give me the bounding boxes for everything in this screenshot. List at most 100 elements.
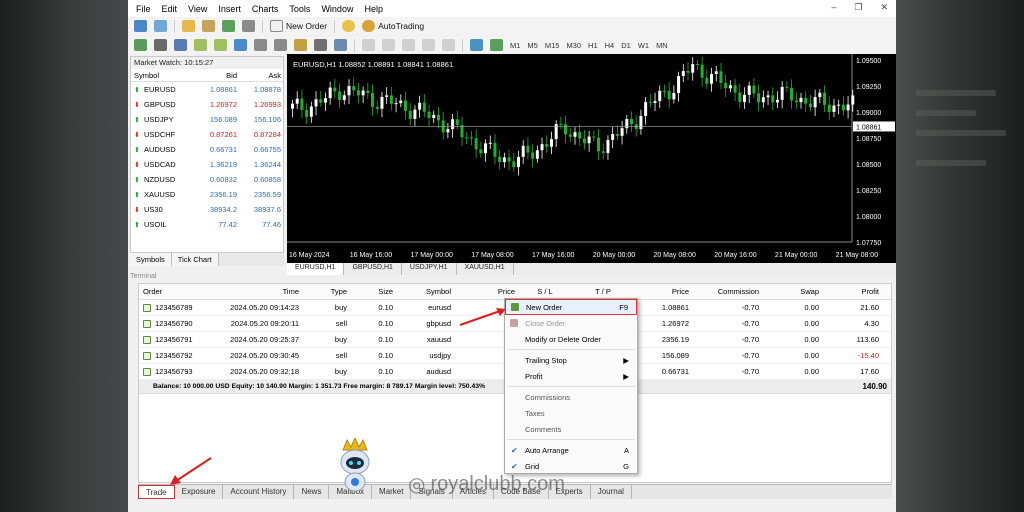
- market-watch-row[interactable]: ⬆ XAUUSD 2356.19 2356.59: [131, 187, 283, 202]
- submenu-arrow-icon: ▶: [623, 355, 629, 365]
- menu-charts[interactable]: Charts: [252, 4, 279, 14]
- col-bid[interactable]: Bid: [193, 71, 237, 80]
- swap-cell: 0.00: [804, 351, 819, 360]
- terminal-tab-trade[interactable]: Trade: [138, 485, 175, 499]
- market-watch-row[interactable]: ⬇ USDCAD 1.36219 1.36244: [131, 157, 283, 172]
- menu-window[interactable]: Window: [321, 4, 353, 14]
- zoom-out-icon[interactable]: [214, 39, 227, 51]
- menu-tools[interactable]: Tools: [289, 4, 310, 14]
- periods-icon[interactable]: [314, 39, 327, 51]
- col-type[interactable]: Type: [299, 287, 347, 296]
- candles-icon[interactable]: [154, 39, 167, 51]
- restore-icon[interactable]: ❐: [854, 2, 862, 13]
- terminal-tab-market[interactable]: Market: [372, 485, 412, 499]
- bar-chart-icon[interactable]: [134, 39, 147, 51]
- col-profit[interactable]: Profit: [819, 287, 883, 296]
- timeframe-m5[interactable]: M5: [527, 41, 537, 50]
- expert-icon[interactable]: [342, 20, 356, 32]
- terminal-tab-journal[interactable]: Journal: [591, 485, 632, 499]
- terminal-icon[interactable]: [242, 20, 255, 32]
- col-size[interactable]: Size: [347, 287, 393, 296]
- tab-symbols[interactable]: Symbols: [130, 253, 172, 266]
- data-window-icon[interactable]: [202, 20, 215, 32]
- col-symbol[interactable]: Symbol: [131, 71, 193, 80]
- market-watch-row[interactable]: ⬆ USDJPY 156.089 156.106: [131, 112, 283, 127]
- tile-icon[interactable]: [234, 39, 247, 51]
- col-swap[interactable]: Swap: [759, 287, 819, 296]
- col-order[interactable]: Order: [139, 287, 209, 296]
- col-ask[interactable]: Ask: [237, 71, 281, 80]
- timeframe-h4[interactable]: H4: [605, 41, 615, 50]
- timeframe-d1[interactable]: D1: [621, 41, 631, 50]
- price-chart[interactable]: 1.09500 1.09250 1.09000 1.08750 1.08500 1.082…: [287, 54, 896, 263]
- chart-tab-xauusd[interactable]: XAUUSD,H1: [457, 263, 514, 275]
- menu-comments[interactable]: Comments: [505, 421, 637, 437]
- new-chart-icon[interactable]: [134, 20, 147, 32]
- market-watch-icon[interactable]: [182, 20, 195, 32]
- bid-cell: 1.36219: [209, 160, 237, 169]
- terminal-tab-exposure[interactable]: Exposure: [175, 485, 224, 499]
- chart-tab-eurusd[interactable]: EURUSD,H1: [287, 263, 345, 275]
- zoom-in-icon[interactable]: [194, 39, 207, 51]
- timeframe-h1[interactable]: H1: [588, 41, 598, 50]
- col-current-price[interactable]: Price: [631, 287, 689, 296]
- col-symbol[interactable]: Symbol: [393, 287, 451, 296]
- menu-view[interactable]: View: [188, 4, 207, 14]
- chart-tab-gbpusd[interactable]: GBPUSD,H1: [344, 263, 402, 275]
- search-icon[interactable]: [470, 39, 483, 51]
- col-commission[interactable]: Commission: [689, 287, 759, 296]
- terminal-tab-news[interactable]: News: [294, 485, 330, 499]
- market-watch-row[interactable]: ⬇ USDCHF 0.87261 0.87284: [131, 127, 283, 142]
- autotrading-button[interactable]: AutoTrading: [362, 20, 424, 32]
- zoom-icon[interactable]: [490, 39, 503, 51]
- terminal-tab-account-history[interactable]: Account History: [223, 485, 295, 499]
- minimize-icon[interactable]: –: [831, 2, 836, 13]
- templates-icon[interactable]: [334, 39, 347, 51]
- market-watch-row[interactable]: ⬆ NZDUSD 0.60832 0.60858: [131, 172, 283, 187]
- hline-icon[interactable]: [422, 39, 435, 51]
- commission-cell: -0.70: [741, 367, 759, 376]
- menu-trailing-stop[interactable]: Trailing Stop ▶: [505, 352, 637, 368]
- trendline-icon[interactable]: [442, 39, 455, 51]
- current-price-cell: 2356.19: [661, 335, 689, 344]
- market-watch-row[interactable]: ⬇ US30 38934.2 38937.6: [131, 202, 283, 217]
- market-watch-row[interactable]: ⬆ EURUSD 1.08861 1.08878: [131, 82, 283, 97]
- menu-edit[interactable]: Edit: [162, 4, 178, 14]
- menu-file[interactable]: File: [136, 4, 151, 14]
- cursor-icon[interactable]: [362, 39, 375, 51]
- vline-icon[interactable]: [402, 39, 415, 51]
- timeframe-m1[interactable]: M1: [510, 41, 520, 50]
- crosshair-icon[interactable]: [382, 39, 395, 51]
- new-order-button[interactable]: New Order: [270, 20, 327, 32]
- timeframe-mn[interactable]: MN: [656, 41, 668, 50]
- timeframe-m30[interactable]: M30: [566, 41, 581, 50]
- autoscroll-icon[interactable]: [274, 39, 287, 51]
- col-price[interactable]: Price: [451, 287, 515, 296]
- col-time[interactable]: Time: [209, 287, 299, 296]
- close-icon[interactable]: ✕: [880, 2, 888, 13]
- market-watch-row[interactable]: ⬆ AUDUSD 0.66731 0.66755: [131, 142, 283, 157]
- menu-help[interactable]: Help: [364, 4, 383, 14]
- timeframe-m15[interactable]: M15: [545, 41, 560, 50]
- col-sl[interactable]: S / L: [515, 287, 575, 296]
- market-watch-row[interactable]: ⬇ GBPUSD 1.26972 1.26993: [131, 97, 283, 112]
- profiles-icon[interactable]: [154, 20, 167, 32]
- navigator-icon[interactable]: [222, 20, 235, 32]
- menu-close-order[interactable]: Close Order: [505, 315, 637, 331]
- chart-shift-icon[interactable]: [254, 39, 267, 51]
- indicators-icon[interactable]: [294, 39, 307, 51]
- menu-profit[interactable]: Profit ▶: [505, 368, 637, 384]
- col-tp[interactable]: T / P: [575, 287, 631, 296]
- tab-tick-chart[interactable]: Tick Chart: [171, 253, 219, 266]
- timeframe-w1[interactable]: W1: [638, 41, 649, 50]
- menu-auto-arrange[interactable]: ✔ Auto Arrange A: [505, 442, 637, 458]
- market-watch-row[interactable]: ⬆ USOIL 77.42 77.46: [131, 217, 283, 232]
- menu-taxes[interactable]: Taxes: [505, 405, 637, 421]
- line-chart-icon[interactable]: [174, 39, 187, 51]
- menu-commissions[interactable]: Commissions: [505, 389, 637, 405]
- chart-tab-usdjpy[interactable]: USDJPY,H1: [402, 263, 457, 275]
- menu-new-order[interactable]: New Order F9: [505, 299, 637, 315]
- menu-modify-order[interactable]: Modify or Delete Order: [505, 331, 637, 347]
- menu-insert[interactable]: Insert: [218, 4, 241, 14]
- x-tick-label: 20 May 16:00: [714, 252, 757, 259]
